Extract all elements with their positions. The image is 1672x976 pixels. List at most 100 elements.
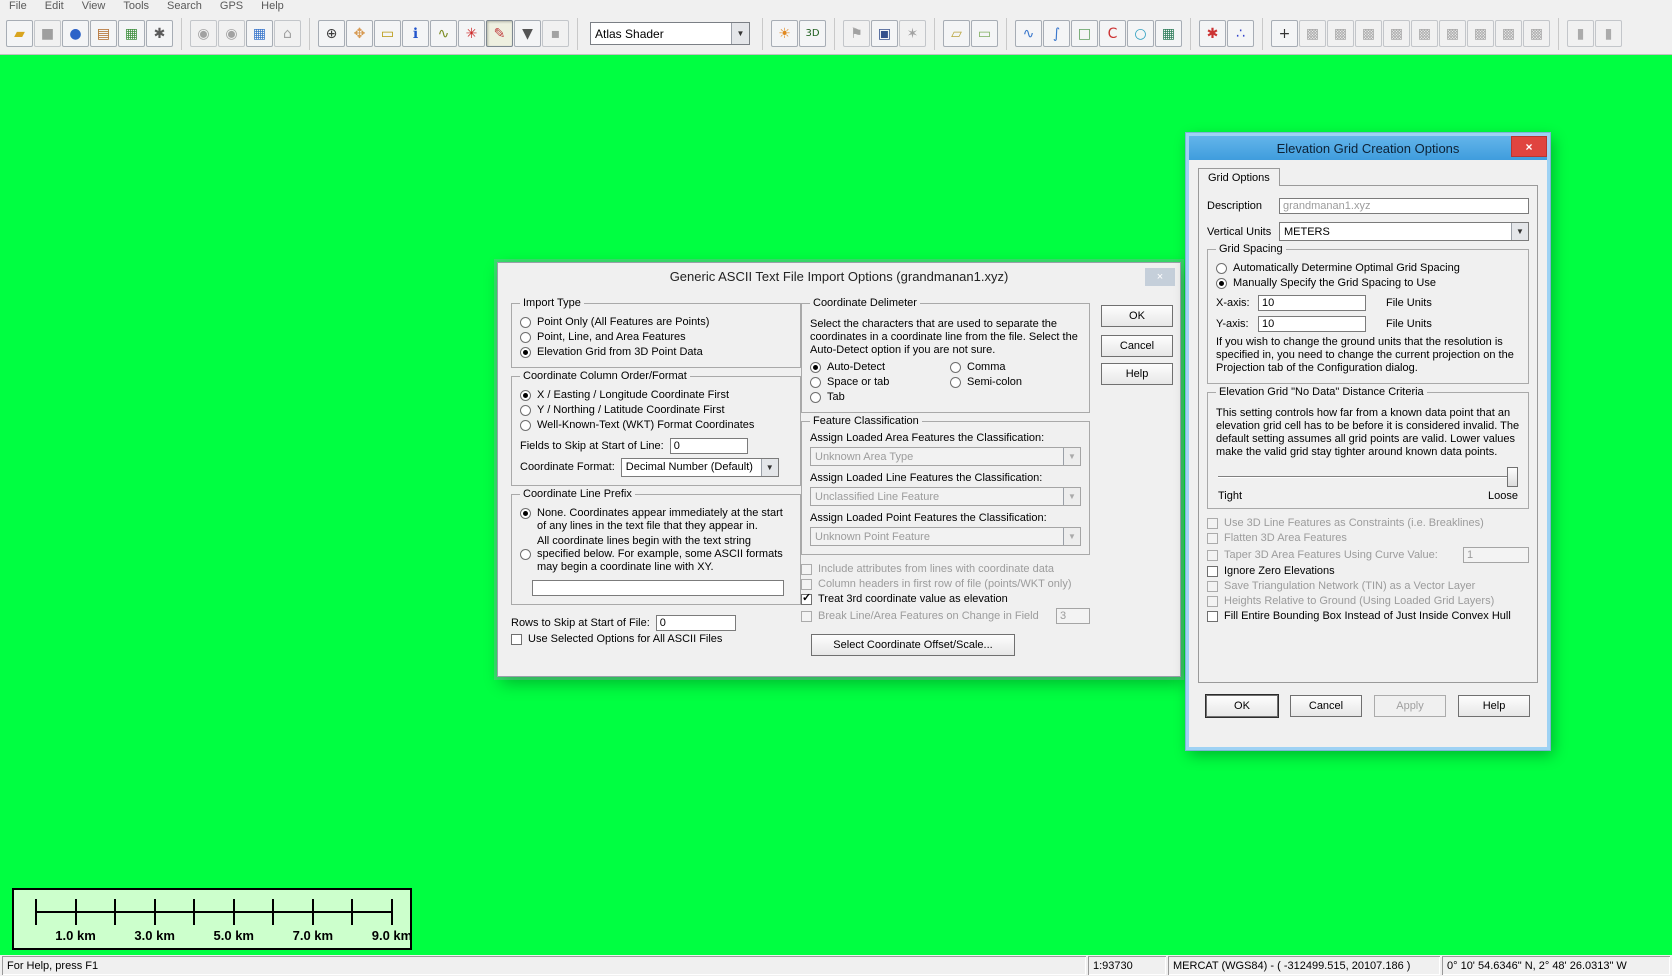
menu-item-view[interactable]: View (73, 0, 115, 13)
radio-tab[interactable]: Tab (810, 391, 950, 404)
create-range-rings-button[interactable]: ✱ (1199, 20, 1226, 47)
gps-mark-waypoint-button[interactable]: ✶ (899, 20, 926, 47)
menu-item-search[interactable]: Search (158, 0, 211, 13)
menu-item-file[interactable]: File (0, 0, 36, 13)
dialog-grid-titlebar[interactable]: Elevation Grid Creation Options × (1189, 136, 1547, 160)
create-regular-grid-button[interactable]: ▦ (1155, 20, 1182, 47)
radio-space-tab[interactable]: Space or tab (810, 376, 950, 389)
digitizer-menu-button[interactable]: ▼ (514, 20, 541, 47)
zoom-next-button[interactable]: ◉ (218, 20, 245, 47)
measure-tool-button[interactable]: ▭ (374, 20, 401, 47)
insert-vertex-button[interactable]: + (1271, 20, 1298, 47)
close-icon[interactable]: × (1145, 268, 1175, 286)
radio-point-only[interactable]: Point Only (All Features are Points) (520, 316, 792, 329)
create-point-label-button[interactable]: ▭ (971, 20, 998, 47)
radio-prefix-none[interactable]: None. Coordinates appear immediately at … (520, 507, 792, 533)
radio-manual-spacing[interactable]: Manually Specify the Grid Spacing to Use (1216, 277, 1520, 290)
rows-to-skip-input[interactable] (656, 615, 736, 631)
checkbox-treat-3rd-elevation[interactable]: Treat 3rd coordinate value as elevation (801, 593, 1090, 606)
trim-feature-button[interactable]: ▩ (1383, 20, 1410, 47)
close-icon[interactable]: × (1511, 136, 1547, 157)
create-line-feature-button[interactable]: ∿ (1015, 20, 1042, 47)
radio-wkt[interactable]: Well-Known-Text (WKT) Format Coordinates (520, 419, 792, 432)
rotate-feature-button[interactable]: ▩ (1467, 20, 1494, 47)
radio-icon (520, 347, 531, 358)
path-profile-tool-button[interactable]: ∿ (430, 20, 457, 47)
checkbox-fill-bounding-box[interactable]: Fill Entire Bounding Box Instead of Just… (1207, 610, 1529, 623)
dialog-ascii-titlebar[interactable]: Generic ASCII Text File Import Options (… (498, 263, 1180, 290)
y-axis-input[interactable] (1258, 316, 1366, 332)
shader-options-button[interactable]: ☀ (771, 20, 798, 47)
radio-elevation-grid[interactable]: Elevation Grid from 3D Point Data (520, 346, 792, 359)
ok-button[interactable]: OK (1206, 695, 1278, 717)
zoom-tool-button[interactable]: ⊕ (318, 20, 345, 47)
radio-x-first[interactable]: X / Easting / Longitude Coordinate First (520, 389, 792, 402)
radio-semi-colon[interactable]: Semi-colon (950, 376, 1081, 389)
checkbox-use-all-ascii[interactable]: Use Selected Options for All ASCII Files (511, 633, 801, 646)
help-button[interactable]: Help (1458, 695, 1530, 717)
coordinate-format-select[interactable]: Decimal Number (Default) ▼ (621, 458, 779, 477)
create-concentric-circles-button[interactable]: ○ (1127, 20, 1154, 47)
vertical-units-select[interactable]: METERS ▼ (1279, 222, 1529, 241)
gps-start-button[interactable]: ⚑ (843, 20, 870, 47)
configuration-button[interactable]: ✱ (146, 20, 173, 47)
radio-auto-detect[interactable]: Auto-Detect (810, 361, 950, 374)
map-layout-button[interactable]: ▦ (118, 20, 145, 47)
help-button[interactable]: Help (1101, 363, 1173, 385)
radio-y-first[interactable]: Y / Northing / Latitude Coordinate First (520, 404, 792, 417)
split-feature-button[interactable]: ▩ (1439, 20, 1466, 47)
no-data-slider[interactable] (1218, 467, 1518, 488)
slider-handle[interactable] (1507, 467, 1518, 487)
chevron-down-icon[interactable]: ▼ (1511, 223, 1528, 240)
move-feature-button[interactable]: ▩ (1327, 20, 1354, 47)
chevron-down-icon: ▼ (1063, 528, 1080, 545)
digitizer-tool-button[interactable]: ✎ (486, 20, 513, 47)
paste-feature-button[interactable]: ▩ (1523, 20, 1550, 47)
metadata-button[interactable]: ▤ (90, 20, 117, 47)
view-shed-tool-button[interactable]: ✳ (458, 20, 485, 47)
create-cogo-feature-button[interactable]: C (1099, 20, 1126, 47)
pan-tool-button[interactable]: ✥ (346, 20, 373, 47)
download-online-data-button[interactable]: ● (62, 20, 89, 47)
cut-feature-button[interactable]: ▩ (1355, 20, 1382, 47)
radio-point-line-area[interactable]: Point, Line, and Area Features (520, 331, 792, 344)
deselect-features-icon: ▮ (1605, 27, 1613, 41)
chevron-down-icon[interactable]: ▼ (731, 23, 749, 44)
cancel-button[interactable]: Cancel (1290, 695, 1362, 717)
radio-prefix-text[interactable]: All coordinate lines begin with the text… (520, 535, 792, 574)
menu-item-gps[interactable]: GPS (211, 0, 252, 13)
shader-select[interactable]: Atlas Shader▼ (590, 22, 750, 45)
create-point-features-button[interactable]: ∴ (1227, 20, 1254, 47)
feature-info-tool-button[interactable]: ℹ (402, 20, 429, 47)
lock-views-button[interactable]: ▪ (542, 20, 569, 47)
open-image-button[interactable]: ▦ (246, 20, 273, 47)
gps-device-button[interactable]: ▣ (871, 20, 898, 47)
checkbox-ignore-zero[interactable]: Ignore Zero Elevations (1207, 565, 1529, 578)
save-file-button[interactable]: ■ (34, 20, 61, 47)
prefix-input[interactable] (532, 580, 784, 596)
ok-button[interactable]: OK (1101, 305, 1173, 327)
select-features-button[interactable]: ▮ (1567, 20, 1594, 47)
fields-to-skip-input[interactable] (670, 438, 748, 454)
radio-auto-spacing[interactable]: Automatically Determine Optimal Grid Spa… (1216, 262, 1520, 275)
view-3d-button[interactable]: 3D (799, 20, 826, 47)
menu-item-tools[interactable]: Tools (114, 0, 158, 13)
combine-features-button[interactable]: ▩ (1411, 20, 1438, 47)
chevron-down-icon[interactable]: ▼ (761, 459, 778, 476)
create-spline-button[interactable]: ∫ (1043, 20, 1070, 47)
edit-feature-button[interactable]: ▩ (1299, 20, 1326, 47)
menu-item-edit[interactable]: Edit (36, 0, 73, 13)
deselect-features-button[interactable]: ▮ (1595, 20, 1622, 47)
open-file-button[interactable]: ▰ (6, 20, 33, 47)
radio-comma[interactable]: Comma (950, 361, 1081, 374)
create-rectangle-button[interactable]: □ (1071, 20, 1098, 47)
offset-scale-button[interactable]: Select Coordinate Offset/Scale... (811, 634, 1015, 656)
menu-item-help[interactable]: Help (252, 0, 293, 13)
tab-grid-options[interactable]: Grid Options (1198, 168, 1280, 186)
copy-feature-button[interactable]: ▩ (1495, 20, 1522, 47)
zoom-previous-button[interactable]: ◉ (190, 20, 217, 47)
home-view-button[interactable]: ⌂ (274, 20, 301, 47)
x-axis-input[interactable] (1258, 295, 1366, 311)
create-area-feature-button[interactable]: ▱ (943, 20, 970, 47)
cancel-button[interactable]: Cancel (1101, 335, 1173, 357)
